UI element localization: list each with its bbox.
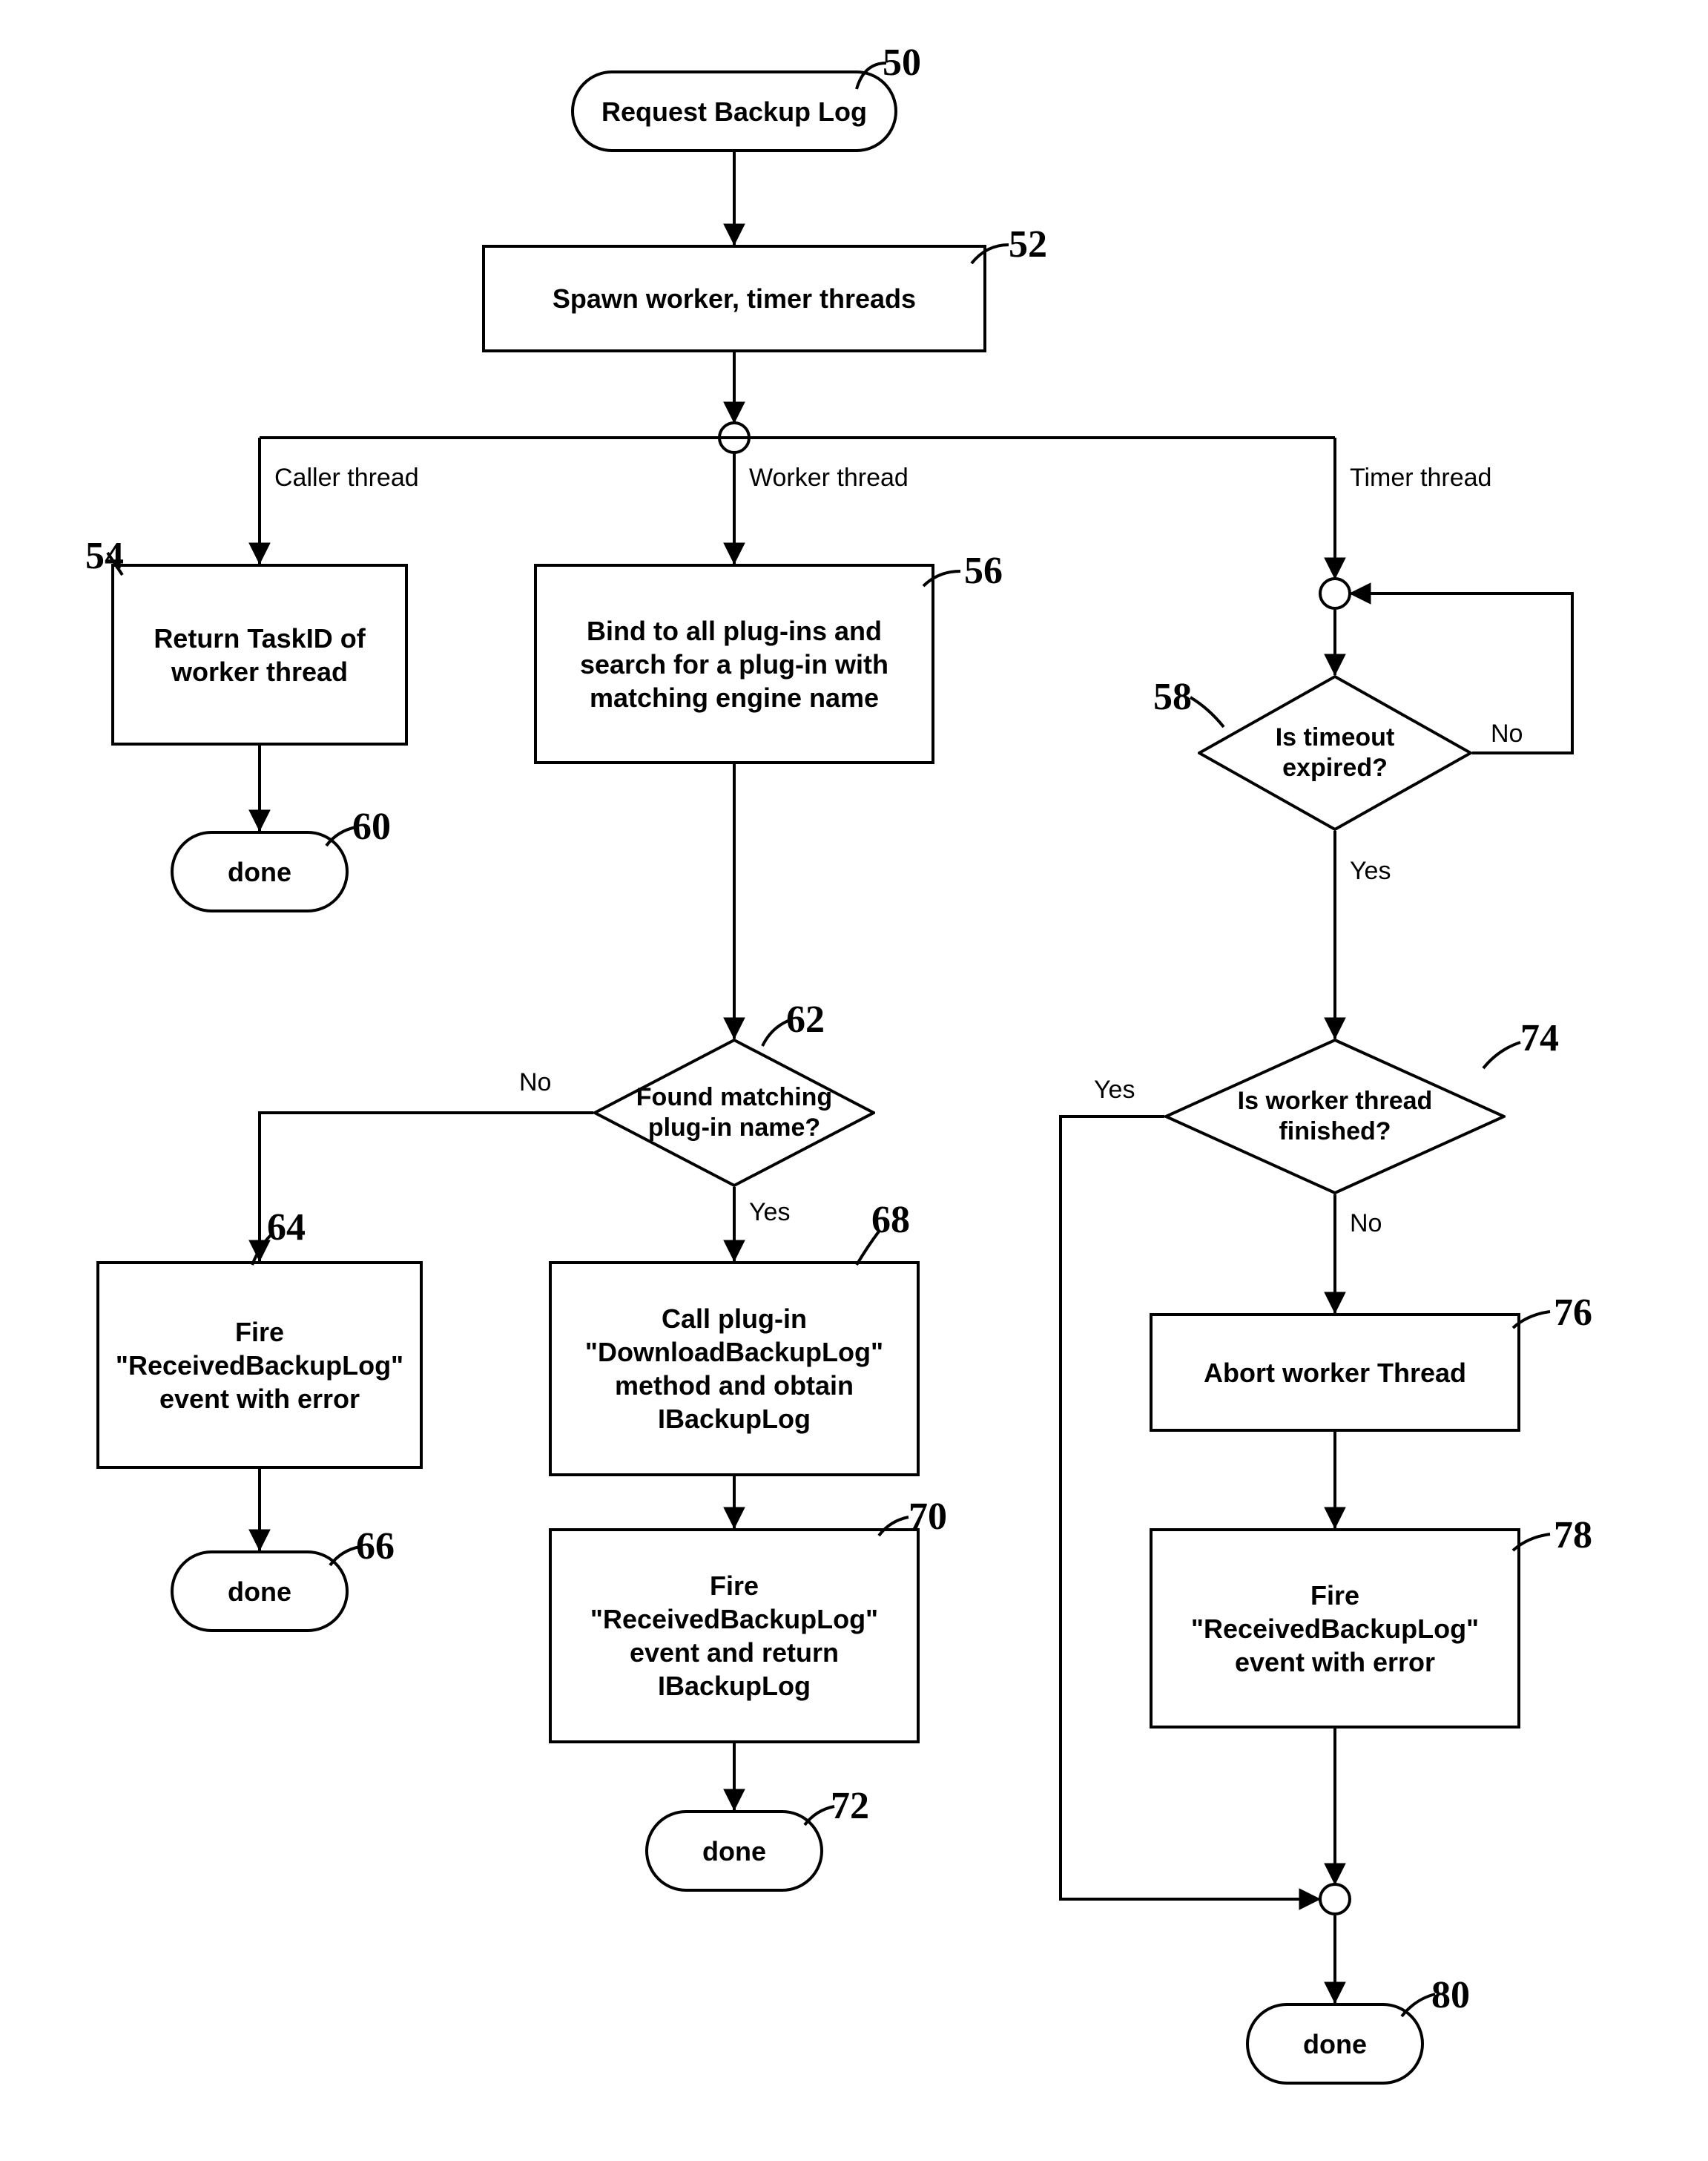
- spawn-label: Spawn worker, timer threads: [553, 282, 916, 315]
- timer-fire-err-label: Fire "ReceivedBackupLog" event with erro…: [1166, 1579, 1504, 1679]
- worker-fire-err-label: Fire "ReceivedBackupLog" event with erro…: [113, 1315, 406, 1415]
- timer-finished-yes: Yes: [1094, 1076, 1135, 1105]
- caller-thread-label: Caller thread: [274, 464, 419, 493]
- worker-call-process: Call plug-in "DownloadBackupLog" method …: [549, 1261, 920, 1476]
- timer-finished-no: No: [1350, 1209, 1382, 1238]
- worker-bind-label: Bind to all plug-ins and search for a pl…: [550, 614, 918, 714]
- start-terminator: Request Backup Log: [571, 70, 897, 152]
- ref-64-leader: [245, 1231, 282, 1269]
- timer-thread-label: Timer thread: [1350, 464, 1491, 493]
- ref-50-leader: [849, 56, 901, 100]
- timer-finished-decision: Is worker thread finished?: [1164, 1039, 1506, 1194]
- timer-abort-label: Abort worker Thread: [1204, 1356, 1466, 1389]
- worker-bind-process: Bind to all plug-ins and search for a pl…: [534, 564, 934, 764]
- spawn-process: Spawn worker, timer threads: [482, 245, 986, 352]
- worker-fire-err-process: Fire "ReceivedBackupLog" event with erro…: [96, 1261, 423, 1469]
- worker-found-yes: Yes: [749, 1198, 790, 1227]
- ref-80-leader: [1394, 1988, 1442, 2022]
- timer-timeout-no: No: [1491, 720, 1523, 749]
- ref-58-leader: [1187, 694, 1231, 731]
- worker-found-decision: Found matching plug-in name?: [593, 1039, 875, 1187]
- worker-err-done-terminator: done: [171, 1550, 349, 1632]
- worker-fire-ok-process: Fire "ReceivedBackupLog" event and retur…: [549, 1528, 920, 1743]
- ref-56: 56: [964, 549, 1003, 593]
- ref-72-leader: [797, 1799, 842, 1832]
- ref-78: 78: [1554, 1513, 1592, 1557]
- worker-ok-done-terminator: done: [645, 1810, 823, 1892]
- flowchart-canvas: Request Backup Log 50 Spawn worker, time…: [0, 0, 1708, 2161]
- worker-fire-ok-label: Fire "ReceivedBackupLog" event and retur…: [565, 1569, 903, 1703]
- timer-done-label: done: [1303, 2027, 1367, 2061]
- timer-timeout-yes: Yes: [1350, 857, 1391, 886]
- worker-thread-label: Worker thread: [749, 464, 909, 493]
- worker-call-label: Call plug-in "DownloadBackupLog" method …: [565, 1302, 903, 1435]
- ref-74-leader: [1476, 1039, 1528, 1076]
- ref-52-leader: [964, 237, 1016, 274]
- ref-56-leader: [916, 564, 968, 593]
- worker-err-done-label: done: [228, 1575, 291, 1608]
- worker-ok-done-label: done: [702, 1835, 766, 1868]
- ref-68-leader: [849, 1228, 886, 1269]
- timer-timeout-decision: Is timeout expired?: [1198, 675, 1472, 831]
- caller-return-label: Return TaskID of worker thread: [128, 622, 392, 688]
- caller-done-label: done: [228, 855, 291, 889]
- start-label: Request Backup Log: [601, 95, 867, 128]
- ref-62-leader: [756, 1016, 797, 1050]
- ref-76-leader: [1506, 1306, 1557, 1335]
- ref-54-leader: [100, 549, 137, 579]
- worker-found-no: No: [519, 1068, 551, 1097]
- ref-66-leader: [323, 1539, 367, 1573]
- ref-76: 76: [1554, 1291, 1592, 1335]
- timer-abort-process: Abort worker Thread: [1150, 1313, 1520, 1432]
- ref-78-leader: [1506, 1528, 1557, 1558]
- ref-70-leader: [871, 1510, 916, 1543]
- ref-60-leader: [319, 820, 363, 853]
- timer-fire-err-process: Fire "ReceivedBackupLog" event with erro…: [1150, 1528, 1520, 1729]
- caller-return-process: Return TaskID of worker thread: [111, 564, 408, 746]
